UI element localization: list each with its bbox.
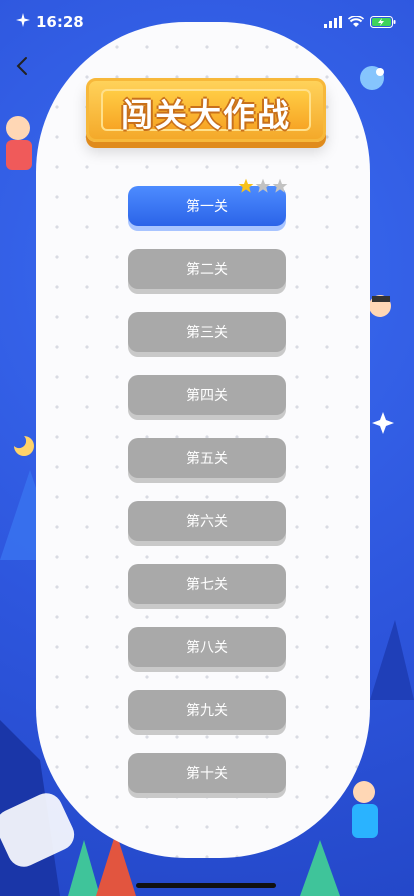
level-label: 第九关 — [186, 703, 228, 719]
level-button-4[interactable]: 第四关 — [128, 375, 286, 415]
star-empty-icon — [255, 178, 271, 193]
level-button-3[interactable]: 第三关 — [128, 312, 286, 352]
level-button-7[interactable]: 第七关 — [128, 564, 286, 604]
title-banner: 闯关大作战 — [80, 74, 332, 154]
level-label: 第五关 — [186, 451, 228, 467]
star-earned-icon — [238, 178, 254, 193]
status-bar: 16:28 — [0, 0, 414, 44]
level-label: 第七关 — [186, 577, 228, 593]
level-label: 第八关 — [186, 640, 228, 656]
level-button-10[interactable]: 第十关 — [128, 753, 286, 793]
level-stars — [238, 178, 288, 194]
home-indicator — [136, 883, 276, 888]
level-button-6[interactable]: 第六关 — [128, 501, 286, 541]
star-empty-icon — [272, 178, 288, 193]
level-button-8[interactable]: 第八关 — [128, 627, 286, 667]
status-time: 16:28 — [36, 13, 84, 31]
level-button-9[interactable]: 第九关 — [128, 690, 286, 730]
page-title: 闯关大作战 — [120, 96, 291, 134]
chevron-left-icon — [16, 56, 28, 80]
level-label: 第三关 — [186, 325, 228, 341]
level-label: 第一关 — [186, 199, 228, 215]
sparkle-icon — [16, 13, 30, 31]
level-button-5[interactable]: 第五关 — [128, 438, 286, 478]
signal-icon — [324, 13, 342, 32]
level-label: 第四关 — [186, 388, 228, 404]
status-left: 16:28 — [16, 13, 84, 31]
status-right — [324, 13, 396, 32]
battery-charging-icon — [370, 13, 396, 32]
level-label: 第六关 — [186, 514, 228, 530]
wifi-icon — [347, 13, 365, 32]
level-label: 第十关 — [186, 766, 228, 782]
back-button[interactable] — [10, 54, 34, 82]
level-label: 第二关 — [186, 262, 228, 278]
level-button-1[interactable]: 第一关 — [128, 178, 288, 226]
level-button-2[interactable]: 第二关 — [128, 249, 286, 289]
